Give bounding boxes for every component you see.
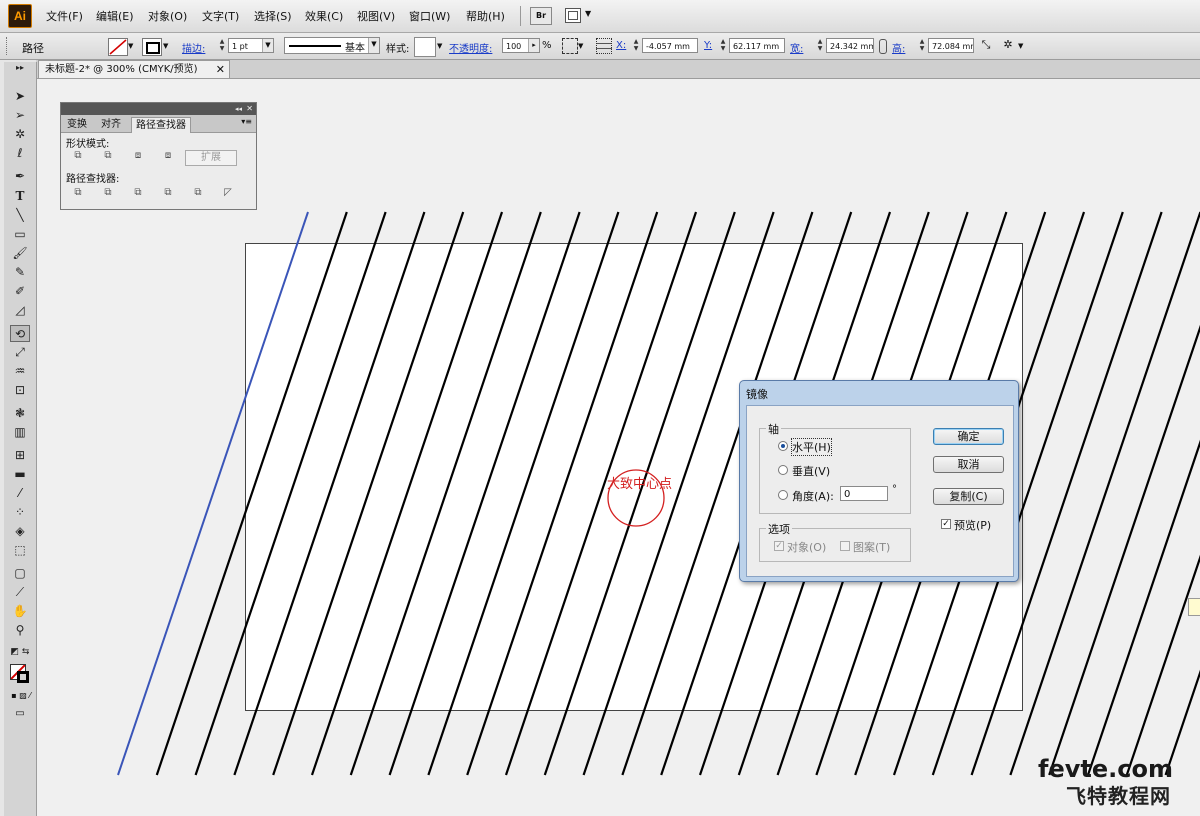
stripe-path[interactable] [310,211,504,776]
cancel-button[interactable]: 取消 [933,456,1004,473]
angle-radio[interactable] [778,490,788,500]
selected-stripe-path[interactable] [117,211,309,776]
panel-menu-icon[interactable]: ▾≡ [241,117,252,126]
preview-checkbox[interactable]: ✓ [941,519,951,529]
axis-group-label: 轴 [766,421,781,437]
unite-icon[interactable]: ⧉ [71,150,85,162]
minus-back-icon[interactable]: ◸ [221,187,235,199]
dialog-title: 镜像 [746,388,768,401]
stripe-path[interactable] [427,211,620,776]
stripe-path[interactable] [543,211,736,776]
angle-input[interactable]: 0 [840,486,888,501]
stripe-path[interactable] [1125,212,1200,776]
dialog-body: 轴 水平(H) 垂直(V) 角度(A): 0 ° 选项 ✓ 对象(O) 图案(T… [746,405,1014,577]
vertical-radio-label[interactable]: 垂直(V) [792,463,830,479]
preview-checkbox-label[interactable]: 预览(P) [954,517,991,533]
degree-symbol: ° [892,484,897,495]
panel-tab-strip: 变换 对齐 路径查找器 ▾≡ [61,115,256,133]
stripe-path[interactable] [504,211,698,776]
tooltip-fragment [1188,598,1200,616]
crop-icon[interactable]: ⧉ [161,187,175,199]
stripe-path[interactable] [155,211,348,776]
watermark-name: 飞特教程网 [1066,784,1171,808]
panel-close-icon[interactable]: ✕ [246,103,253,115]
intersect-icon[interactable]: ⧈ [131,150,145,162]
panel-collapse-icon[interactable]: ◂◂ [235,103,242,115]
horizontal-radio[interactable] [778,441,788,451]
options-group: 选项 ✓ 对象(O) 图案(T) [759,521,911,562]
pathfinders-label: 路径查找器: [66,174,120,185]
watermark-site: fevte.com [1038,755,1173,783]
expand-button[interactable]: 扩展 [185,150,237,166]
center-point-annotation-label: 大致中心点 [607,477,672,492]
tab-align[interactable]: 对齐 [97,117,125,132]
tab-pathfinder[interactable]: 路径查找器 [131,117,191,133]
shape-modes-label: 形状模式: [66,139,110,150]
tab-transform[interactable]: 变换 [63,117,91,132]
stripe-path[interactable] [388,211,581,776]
vertical-radio[interactable] [778,465,788,475]
options-group-label: 选项 [766,521,792,537]
panel-header[interactable]: ◂◂ ✕ [61,103,256,115]
patterns-checkbox-label[interactable]: 图案(T) [853,539,890,555]
stripe-path[interactable] [349,211,542,776]
horizontal-radio-label[interactable]: 水平(H) [791,438,832,456]
minus-front-icon[interactable]: ⧉ [101,150,115,162]
copy-button[interactable]: 复制(C) [933,488,1004,505]
trim-icon[interactable]: ⧉ [101,187,115,199]
stripe-path[interactable] [466,211,659,776]
ok-button[interactable]: 确定 [933,428,1004,445]
objects-checkbox[interactable]: ✓ [774,541,784,551]
axis-group: 轴 水平(H) 垂直(V) 角度(A): 0 ° [759,421,911,514]
divide-icon[interactable]: ⧉ [71,187,85,199]
exclude-icon[interactable]: ⧈ [161,150,175,162]
outline-icon[interactable]: ⧉ [191,187,205,199]
stripe-path[interactable] [194,211,387,776]
stripe-path[interactable] [1009,211,1200,776]
objects-checkbox-label[interactable]: 对象(O) [787,539,826,555]
stripe-path[interactable] [1048,212,1200,776]
stripe-path[interactable] [272,211,465,776]
pathfinder-panel: ◂◂ ✕ 变换 对齐 路径查找器 ▾≡ 形状模式: ⧉ ⧉ ⧈ ⧈ 扩展 路径查… [60,102,257,210]
angle-radio-label[interactable]: 角度(A): [792,488,834,504]
patterns-checkbox[interactable] [840,541,850,551]
diagonal-stripes[interactable] [155,211,1200,776]
reflect-dialog: 镜像 轴 水平(H) 垂直(V) 角度(A): 0 ° 选项 ✓ 对象(O) 图… [739,380,1019,582]
merge-icon[interactable]: ⧉ [131,187,145,199]
stripe-path[interactable] [233,211,426,776]
